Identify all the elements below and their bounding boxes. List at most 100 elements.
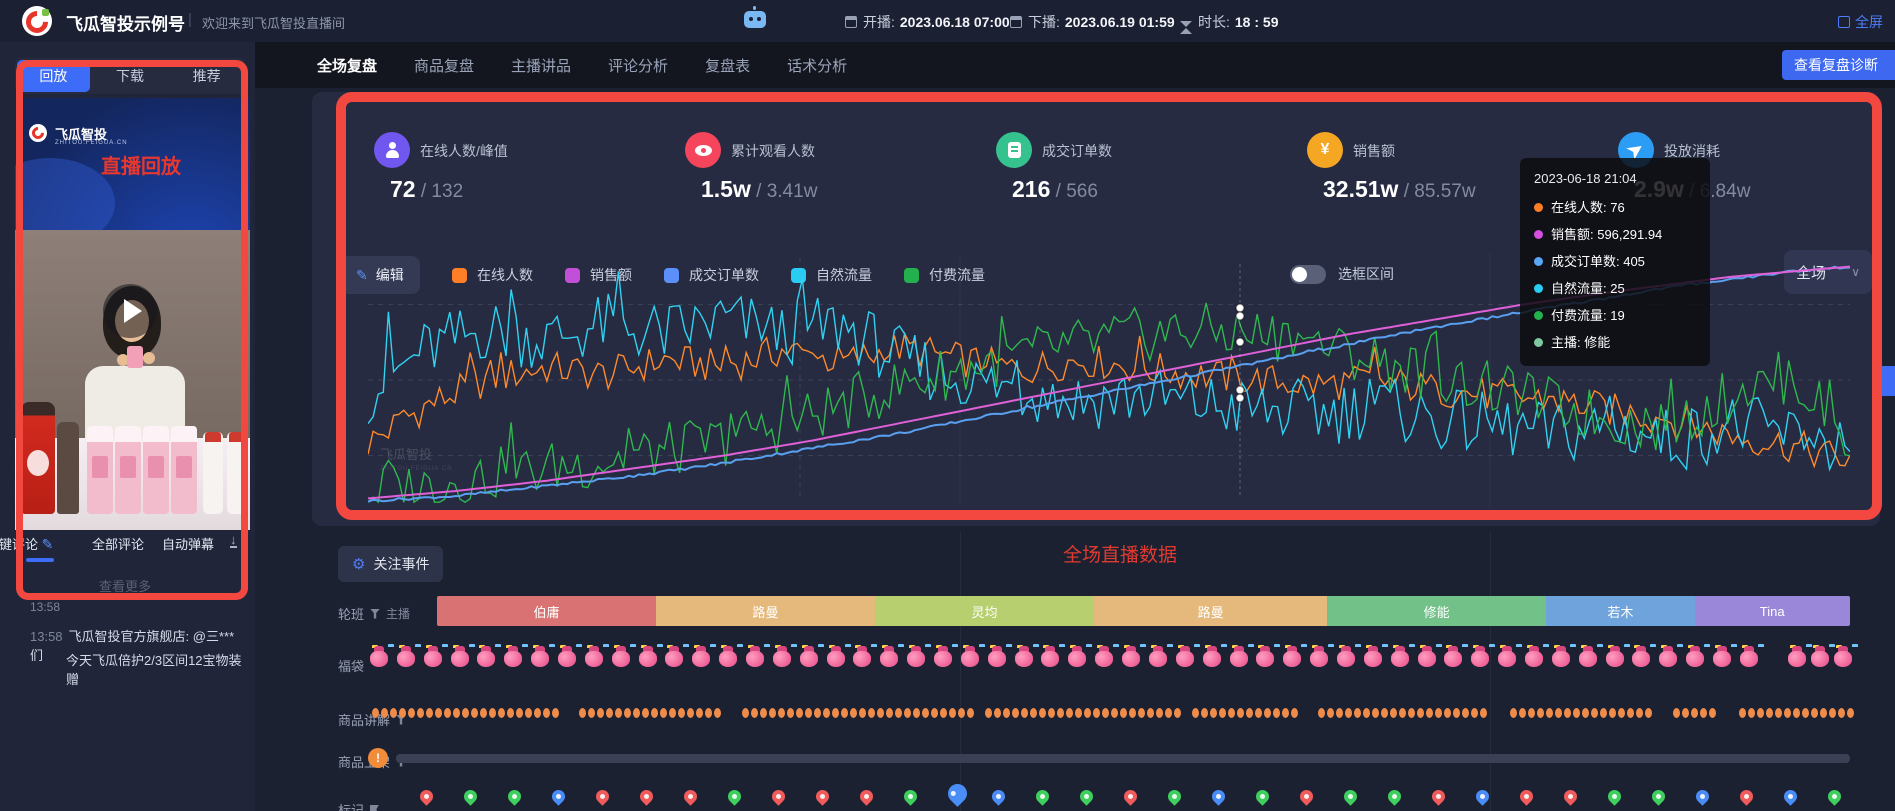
- lucky-bag-icon[interactable]: [1068, 644, 1086, 668]
- mark-pin-icon[interactable]: [593, 787, 611, 805]
- lucky-bag-icon[interactable]: [558, 644, 576, 668]
- explain-dot[interactable]: [751, 708, 758, 718]
- lucky-bag-icon[interactable]: [746, 644, 764, 668]
- explain-dot[interactable]: [1435, 708, 1442, 718]
- view-more-link[interactable]: 查看更多: [0, 576, 250, 595]
- lucky-bag-icon[interactable]: [612, 644, 630, 668]
- mark-pin-icon[interactable]: [461, 787, 479, 805]
- lucky-bag-icon[interactable]: [1095, 644, 1113, 668]
- mark-pin-icon[interactable]: [1693, 787, 1711, 805]
- explain-dot[interactable]: [796, 708, 803, 718]
- mark-pin-icon[interactable]: [681, 787, 699, 805]
- lucky-bag-icon[interactable]: [1149, 644, 1167, 668]
- mark-pin-icon[interactable]: [1297, 787, 1315, 805]
- mark-pin-icon[interactable]: [1077, 787, 1095, 805]
- video-player[interactable]: 飞瓜智投 ZHITOU.FEIGUA.CN 直播回放: [15, 98, 250, 530]
- explain-dot[interactable]: [1426, 708, 1433, 718]
- lucky-bag-icon[interactable]: [1632, 644, 1650, 668]
- mark-pin-icon[interactable]: [1341, 787, 1359, 805]
- explain-dot[interactable]: [805, 708, 812, 718]
- explain-dot[interactable]: [1682, 708, 1689, 718]
- mark-pin-icon[interactable]: [1737, 787, 1755, 805]
- explain-dot[interactable]: [850, 708, 857, 718]
- explain-dot[interactable]: [462, 708, 469, 718]
- mark-pin-icon[interactable]: [1033, 787, 1051, 805]
- mark-pin-icon[interactable]: [1385, 787, 1403, 805]
- explain-dot[interactable]: [426, 708, 433, 718]
- explain-dot[interactable]: [1775, 708, 1782, 718]
- mark-pin-icon[interactable]: [1473, 787, 1491, 805]
- mark-pin-icon[interactable]: [769, 787, 787, 805]
- explain-dot[interactable]: [1048, 708, 1055, 718]
- edge-floating-button[interactable]: [1879, 366, 1895, 396]
- explain-dot[interactable]: [1219, 708, 1226, 718]
- explain-dot[interactable]: [696, 708, 703, 718]
- sidebar-tab-1[interactable]: 回放: [17, 60, 90, 92]
- explain-dot[interactable]: [1147, 708, 1154, 718]
- explain-dot[interactable]: [1084, 708, 1091, 718]
- explain-dot[interactable]: [615, 708, 622, 718]
- main-tab-1[interactable]: 全场复盘: [317, 55, 377, 76]
- explain-dot[interactable]: [1757, 708, 1764, 718]
- mark-pin-icon[interactable]: [1209, 787, 1227, 805]
- explain-dot[interactable]: [372, 708, 379, 718]
- explain-dot[interactable]: [1327, 708, 1334, 718]
- explain-dot[interactable]: [1039, 708, 1046, 718]
- lucky-bag-icon[interactable]: [504, 644, 522, 668]
- download-icon[interactable]: ↓: [230, 534, 237, 548]
- mark-pin-icon[interactable]: [1605, 787, 1623, 805]
- explain-dot[interactable]: [1709, 708, 1716, 718]
- explain-dot[interactable]: [1417, 708, 1424, 718]
- explain-dot[interactable]: [967, 708, 974, 718]
- main-tab-4[interactable]: 评论分析: [608, 55, 668, 76]
- explain-dot[interactable]: [1345, 708, 1352, 718]
- explain-dot[interactable]: [1336, 708, 1343, 718]
- explain-dot[interactable]: [1546, 708, 1553, 718]
- lucky-bag-icon[interactable]: [1498, 644, 1516, 668]
- main-tab-3[interactable]: 主播讲品: [511, 55, 571, 76]
- explain-dot[interactable]: [1390, 708, 1397, 718]
- shift-segment[interactable]: 修能: [1327, 596, 1546, 626]
- main-tab-5[interactable]: 复盘表: [705, 55, 750, 76]
- lucky-bag-icon[interactable]: [585, 644, 603, 668]
- explain-dot[interactable]: [1156, 708, 1163, 718]
- mark-pin-icon[interactable]: [417, 787, 435, 805]
- explain-dot[interactable]: [1618, 708, 1625, 718]
- mark-pin-icon[interactable]: [1517, 787, 1535, 805]
- explain-dot[interactable]: [1591, 708, 1598, 718]
- explain-dot[interactable]: [904, 708, 911, 718]
- explain-dot[interactable]: [1363, 708, 1370, 718]
- tab-key-comments[interactable]: 关键评论 ✎: [0, 534, 53, 553]
- lucky-bag-icon[interactable]: [1811, 644, 1829, 668]
- mark-pin-icon[interactable]: [1649, 787, 1667, 805]
- explain-dot[interactable]: [742, 708, 749, 718]
- explain-dot[interactable]: [760, 708, 767, 718]
- explain-dot[interactable]: [1811, 708, 1818, 718]
- explain-dot[interactable]: [705, 708, 712, 718]
- explain-dot[interactable]: [1748, 708, 1755, 718]
- explain-dot[interactable]: [1564, 708, 1571, 718]
- lucky-bag-icon[interactable]: [907, 644, 925, 668]
- explain-dot[interactable]: [633, 708, 640, 718]
- lucky-bag-icon[interactable]: [397, 644, 415, 668]
- lucky-bag-icon[interactable]: [800, 644, 818, 668]
- explain-dot[interactable]: [1138, 708, 1145, 718]
- lucky-bag-icon[interactable]: [1041, 644, 1059, 668]
- explain-dot[interactable]: [642, 708, 649, 718]
- explain-dot[interactable]: [552, 708, 559, 718]
- mark-pin-icon[interactable]: [1165, 787, 1183, 805]
- explain-dot[interactable]: [985, 708, 992, 718]
- lucky-bag-icon[interactable]: [1659, 644, 1677, 668]
- explain-dot[interactable]: [651, 708, 658, 718]
- explain-dot[interactable]: [841, 708, 848, 718]
- lucky-bag-icon[interactable]: [1283, 644, 1301, 668]
- lucky-bag-icon[interactable]: [639, 644, 657, 668]
- shelf-start-icon[interactable]: !: [368, 748, 388, 768]
- explain-dot[interactable]: [606, 708, 613, 718]
- sidebar-tab-2[interactable]: 下载: [94, 60, 167, 92]
- explain-dot[interactable]: [994, 708, 1001, 718]
- explain-dot[interactable]: [597, 708, 604, 718]
- explain-dot[interactable]: [1555, 708, 1562, 718]
- lucky-bag-icon[interactable]: [1230, 644, 1248, 668]
- lucky-bag-icon[interactable]: [961, 644, 979, 668]
